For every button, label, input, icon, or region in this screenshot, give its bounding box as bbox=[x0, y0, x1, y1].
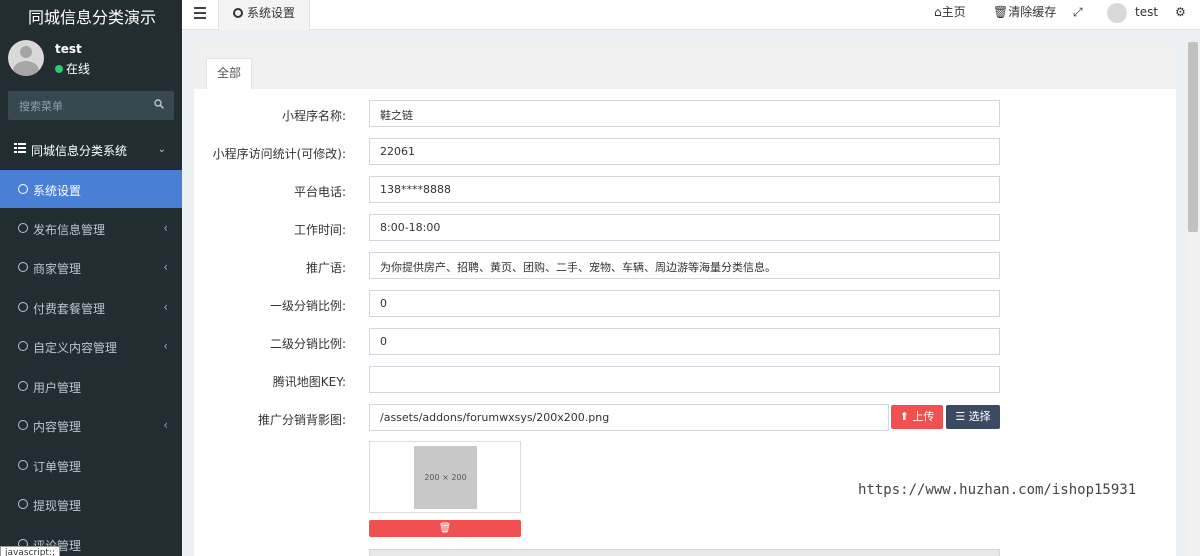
circle-icon bbox=[233, 8, 243, 18]
visit-count-input[interactable]: 22061 bbox=[369, 138, 1000, 165]
app-logo[interactable]: 同城信息分类演示 bbox=[0, 0, 182, 30]
sidebar: 同城信息分类演示 test 在线 搜索菜单 同城信息分类系统 ⌄ 系统设置 发布… bbox=[0, 0, 182, 556]
level2-ratio-input[interactable]: 0 bbox=[369, 328, 1000, 355]
sidebar-search-input[interactable]: 搜索菜单 bbox=[8, 91, 174, 120]
sidebar-item-users[interactable]: 用户管理 bbox=[0, 367, 182, 405]
work-hours-input[interactable]: 8:00-18:00 bbox=[369, 214, 1000, 241]
slogan-input[interactable]: 为你提供房产、招聘、黄页、团购、二手、宠物、车辆、周边游等海量分类信息。 bbox=[369, 252, 1000, 279]
search-placeholder: 搜索菜单 bbox=[19, 100, 63, 113]
avatar bbox=[8, 40, 44, 76]
circle-icon bbox=[18, 223, 28, 233]
field-label: 小程序访问统计(可修改): bbox=[212, 147, 346, 161]
tab-all[interactable]: 全部 bbox=[206, 58, 252, 89]
fullscreen-icon[interactable]: ⤢ bbox=[1073, 0, 1083, 30]
circle-icon bbox=[18, 184, 28, 194]
circle-icon bbox=[18, 302, 28, 312]
list-icon bbox=[14, 143, 26, 153]
list-icon: ☰ bbox=[955, 410, 966, 423]
online-dot-icon bbox=[55, 65, 63, 73]
menu-group-label: 同城信息分类系统 bbox=[31, 144, 128, 158]
field-label: 推广分销背影图: bbox=[257, 413, 346, 427]
sidebar-item-merchant[interactable]: 商家管理 ‹ bbox=[0, 248, 182, 286]
circle-icon bbox=[18, 341, 28, 351]
circle-icon bbox=[18, 262, 28, 272]
map-key-input[interactable] bbox=[369, 366, 1000, 393]
chevron-left-icon: ‹ bbox=[163, 260, 168, 274]
sidebar-item-orders[interactable]: 订单管理 bbox=[0, 446, 182, 484]
platform-phone-input[interactable]: 138****8888 bbox=[369, 176, 1000, 203]
search-icon[interactable] bbox=[154, 99, 164, 109]
gear-icon[interactable]: ⚙ bbox=[1175, 0, 1186, 30]
chevron-left-icon: ‹ bbox=[163, 339, 168, 353]
menu-group-header[interactable]: 同城信息分类系统 ⌄ bbox=[0, 130, 182, 170]
home-link[interactable]: ⌂主页 bbox=[934, 0, 966, 30]
field-label: 平台电话: bbox=[293, 185, 346, 199]
watermark-url: https://www.huzhan.com/ishop15931 bbox=[858, 482, 1137, 498]
upload-button[interactable]: ⬆ 上传 bbox=[891, 405, 943, 429]
user-name: test bbox=[55, 42, 82, 56]
circle-icon bbox=[18, 460, 28, 470]
sidebar-item-publish-info[interactable]: 发布信息管理 ‹ bbox=[0, 209, 182, 247]
chevron-down-icon: ⌄ bbox=[157, 144, 166, 155]
mini-program-name-input[interactable]: 鞋之链 bbox=[369, 100, 1000, 127]
sidebar-item-withdrawals[interactable]: 提现管理 bbox=[0, 485, 182, 523]
circle-icon bbox=[18, 420, 28, 430]
circle-icon bbox=[18, 381, 28, 391]
clear-cache-button[interactable]: 🗑清除缓存 bbox=[993, 0, 1056, 30]
image-preview: 200 × 200 bbox=[369, 441, 521, 513]
tab-system-settings[interactable]: 系统设置 bbox=[218, 0, 311, 30]
bg-image-path-input[interactable]: /assets/addons/forumwxsys/200x200.png bbox=[369, 404, 889, 431]
level1-ratio-input[interactable]: 0 bbox=[369, 290, 1000, 317]
next-field bbox=[369, 549, 1000, 556]
content-tabs: 全部 bbox=[194, 42, 1176, 89]
thumbnail-image: 200 × 200 bbox=[414, 446, 477, 509]
menu-toggle-icon[interactable] bbox=[194, 7, 206, 19]
select-button[interactable]: ☰ 选择 bbox=[946, 405, 1000, 429]
scroll-thumb[interactable] bbox=[1188, 42, 1198, 232]
field-label: 工作时间: bbox=[293, 223, 346, 237]
trash-icon: 🗑 bbox=[993, 5, 1009, 19]
chevron-left-icon: ‹ bbox=[163, 221, 168, 235]
scrollbar[interactable] bbox=[1186, 42, 1200, 556]
sidebar-item-content[interactable]: 内容管理 ‹ bbox=[0, 406, 182, 444]
user-status: 在线 bbox=[55, 60, 90, 77]
field-label: 腾讯地图KEY: bbox=[272, 375, 346, 389]
top-avatar[interactable] bbox=[1107, 3, 1127, 23]
upload-icon: ⬆ bbox=[899, 410, 909, 423]
sidebar-item-paid-plans[interactable]: 付费套餐管理 ‹ bbox=[0, 288, 182, 326]
circle-icon bbox=[18, 499, 28, 509]
chevron-left-icon: ‹ bbox=[163, 418, 168, 432]
delete-image-button[interactable]: 🗑 bbox=[369, 520, 521, 537]
user-panel: test 在线 bbox=[0, 30, 182, 84]
field-label: 小程序名称: bbox=[281, 109, 346, 123]
field-label: 二级分销比例: bbox=[269, 337, 346, 351]
sidebar-item-system-settings[interactable]: 系统设置 bbox=[0, 170, 182, 208]
field-label: 一级分销比例: bbox=[269, 299, 346, 313]
trash-icon: 🗑 bbox=[438, 523, 452, 534]
chevron-left-icon: ‹ bbox=[163, 300, 168, 314]
status-link-text: javascript:; bbox=[0, 546, 61, 556]
top-navbar: 系统设置 ⌂主页 🗑清除缓存 ⤢ test ⚙ bbox=[182, 0, 1200, 30]
sidebar-item-custom-content[interactable]: 自定义内容管理 ‹ bbox=[0, 327, 182, 365]
top-user-name[interactable]: test bbox=[1135, 0, 1158, 30]
home-icon: ⌂ bbox=[934, 5, 942, 19]
field-label: 推广语: bbox=[305, 261, 346, 275]
